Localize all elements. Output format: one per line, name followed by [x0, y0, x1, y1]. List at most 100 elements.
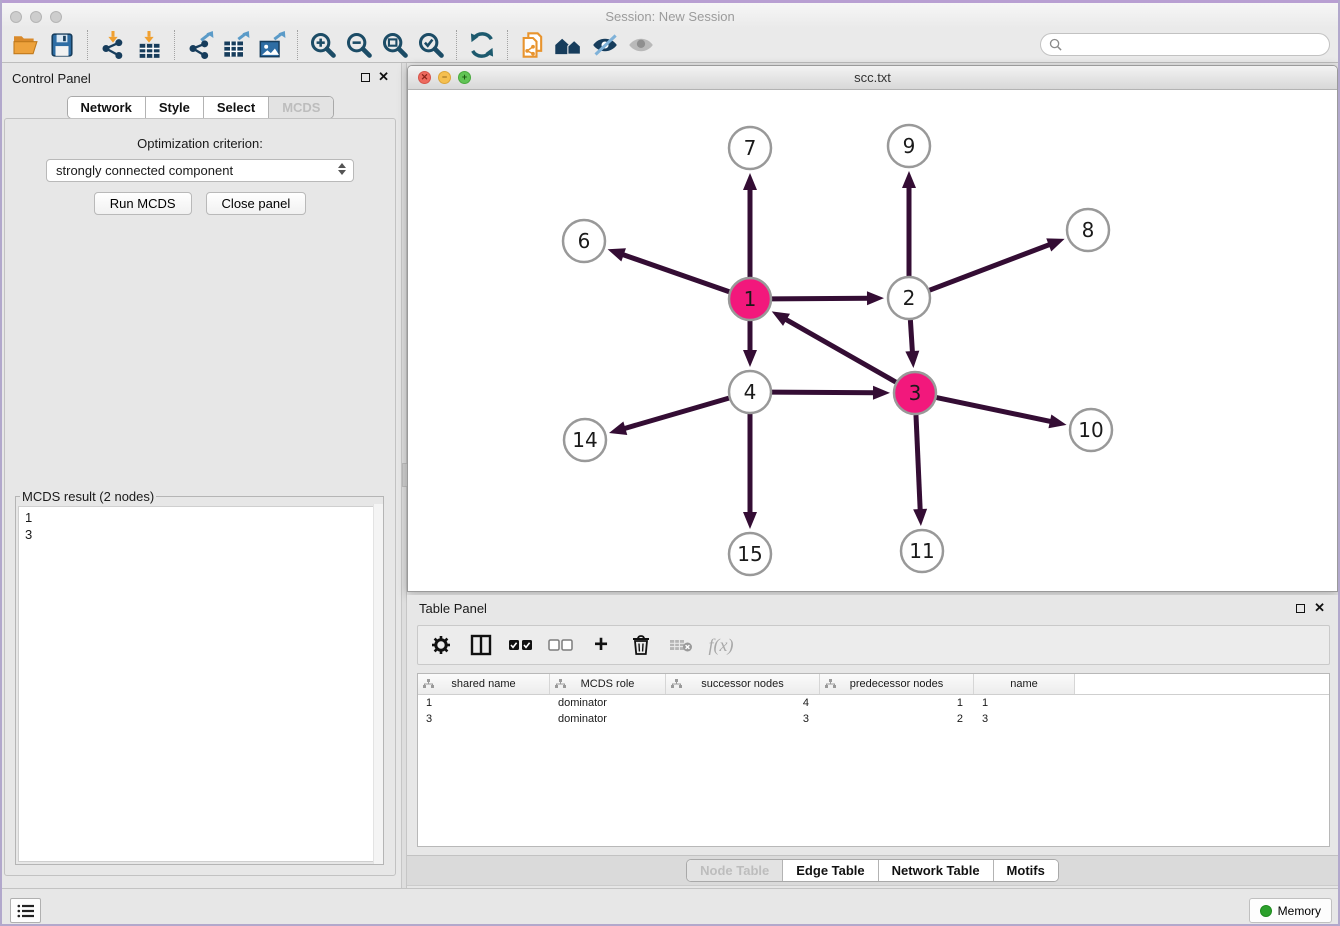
cell-predecessor-nodes[interactable]: 1 — [820, 697, 974, 709]
show-column-pane-button[interactable] — [468, 632, 494, 658]
export-image-button[interactable] — [254, 29, 290, 61]
graph-node-14[interactable]: 14 — [564, 419, 606, 461]
svg-text:6: 6 — [578, 229, 591, 253]
tab-style[interactable]: Style — [145, 97, 203, 118]
zoom-selected-button[interactable] — [413, 29, 449, 61]
edge-arrowhead-icon — [743, 173, 757, 190]
column-header-mcds-role[interactable]: MCDS role — [550, 674, 666, 694]
first-neighbors-button[interactable] — [551, 29, 587, 61]
new-network-from-selection-button[interactable] — [515, 29, 551, 61]
tab-network-table[interactable]: Network Table — [878, 860, 993, 881]
table-row[interactable]: 3 dominator 3 2 3 — [418, 711, 1329, 727]
svg-text:10: 10 — [1078, 418, 1103, 442]
select-all-button[interactable] — [508, 632, 534, 658]
hide-selected-button[interactable] — [587, 29, 623, 61]
graph-node-3[interactable]: 3 — [894, 372, 936, 414]
graph-node-9[interactable]: 9 — [888, 125, 930, 167]
graph-node-1[interactable]: 1 — [729, 278, 771, 320]
save-session-button[interactable] — [44, 29, 80, 61]
delete-table-icon — [669, 637, 693, 653]
graph-node-6[interactable]: 6 — [563, 220, 605, 262]
mcds-result-box: MCDS result (2 nodes) 1 3 — [15, 489, 384, 865]
delete-table-button[interactable] — [668, 632, 694, 658]
graph-edge-3-1[interactable] — [784, 318, 896, 382]
unchecked-boxes-icon — [548, 638, 574, 652]
float-table-panel-icon[interactable] — [1296, 604, 1305, 613]
network-window-titlebar[interactable]: ✕ − + scc.txt — [408, 66, 1337, 90]
cell-predecessor-nodes[interactable]: 2 — [820, 713, 974, 725]
cell-name[interactable]: 3 — [974, 713, 1075, 725]
column-header-shared-name[interactable]: shared name — [418, 674, 550, 694]
open-session-button[interactable] — [8, 29, 44, 61]
table-row[interactable]: 1 dominator 4 1 1 — [418, 695, 1329, 711]
tab-motifs[interactable]: Motifs — [993, 860, 1058, 881]
svg-text:14: 14 — [572, 428, 597, 452]
column-header-name[interactable]: name — [974, 674, 1075, 694]
memory-button[interactable]: Memory — [1249, 898, 1332, 923]
table-settings-button[interactable] — [428, 632, 454, 658]
edge-arrowhead-icon — [608, 248, 626, 261]
refresh-button[interactable] — [464, 29, 500, 61]
graph-edge-2-3[interactable] — [910, 320, 912, 354]
graph-edge-4-3[interactable] — [772, 392, 876, 393]
table-tabs: Node Table Edge Table Network Table Moti… — [686, 859, 1059, 882]
zoom-fit-button[interactable] — [377, 29, 413, 61]
cell-successor-nodes[interactable]: 3 — [666, 713, 820, 725]
show-task-history-button[interactable] — [10, 898, 41, 923]
export-table-button[interactable] — [218, 29, 254, 61]
cell-mcds-role[interactable]: dominator — [550, 697, 666, 709]
cell-shared-name[interactable]: 3 — [418, 713, 550, 725]
graph-node-15[interactable]: 15 — [729, 533, 771, 575]
tab-network[interactable]: Network — [68, 97, 145, 118]
graph-node-11[interactable]: 11 — [901, 530, 943, 572]
close-panel-icon[interactable]: ✕ — [378, 69, 389, 85]
deselect-all-button[interactable] — [548, 632, 574, 658]
run-mcds-button[interactable]: Run MCDS — [94, 192, 192, 215]
graph-node-8[interactable]: 8 — [1067, 209, 1109, 251]
graph-edge-3-11[interactable] — [916, 415, 920, 512]
function-builder-button[interactable]: f(x) — [708, 632, 734, 658]
show-all-button[interactable] — [623, 29, 659, 61]
tab-mcds[interactable]: MCDS — [268, 97, 333, 118]
node-table[interactable]: shared name MCDS role successor nodes pr… — [417, 673, 1330, 847]
tab-select[interactable]: Select — [203, 97, 268, 118]
create-column-button[interactable]: + — [588, 632, 614, 658]
export-network-button[interactable] — [182, 29, 218, 61]
zoom-out-button[interactable] — [341, 29, 377, 61]
zoom-in-button[interactable] — [305, 29, 341, 61]
close-table-panel-icon[interactable]: ✕ — [1314, 600, 1325, 616]
cell-name[interactable]: 1 — [974, 697, 1075, 709]
graph-edge-4-14[interactable] — [622, 398, 728, 429]
graph-node-4[interactable]: 4 — [729, 371, 771, 413]
delete-column-button[interactable] — [628, 632, 654, 658]
float-panel-icon[interactable] — [361, 73, 370, 82]
svg-text:3: 3 — [909, 381, 922, 405]
criterion-select[interactable]: strongly connected component — [46, 159, 354, 182]
edge-arrowhead-icon — [743, 350, 757, 367]
import-network-button[interactable] — [95, 29, 131, 61]
svg-text:15: 15 — [737, 542, 762, 566]
search-input[interactable] — [1067, 37, 1329, 53]
graph-edge-1-2[interactable] — [772, 298, 870, 299]
cell-shared-name[interactable]: 1 — [418, 697, 550, 709]
graph-node-7[interactable]: 7 — [729, 127, 771, 169]
column-header-successor-nodes[interactable]: successor nodes — [666, 674, 820, 694]
column-header-predecessor-nodes[interactable]: predecessor nodes — [820, 674, 974, 694]
export-network-icon — [186, 31, 214, 59]
graph-edge-1-6[interactable] — [621, 254, 729, 292]
zoom-out-icon — [345, 31, 373, 59]
cell-mcds-role[interactable]: dominator — [550, 713, 666, 725]
cell-successor-nodes[interactable]: 4 — [666, 697, 820, 709]
network-canvas[interactable]: 7 9 6 8 1 2 4 3 14 10 15 11 — [408, 90, 1337, 592]
graph-node-10[interactable]: 10 — [1070, 409, 1112, 451]
mcds-result-text[interactable]: 1 3 — [18, 506, 381, 862]
search-box[interactable] — [1040, 33, 1330, 56]
graph-edge-2-8[interactable] — [930, 244, 1052, 290]
tab-node-table[interactable]: Node Table — [687, 860, 782, 881]
graph-edge-3-10[interactable] — [937, 398, 1053, 422]
close-panel-button[interactable]: Close panel — [206, 192, 307, 215]
graph-node-2[interactable]: 2 — [888, 277, 930, 319]
import-table-button[interactable] — [131, 29, 167, 61]
tab-edge-table[interactable]: Edge Table — [782, 860, 877, 881]
result-scrollbar[interactable] — [373, 504, 383, 864]
